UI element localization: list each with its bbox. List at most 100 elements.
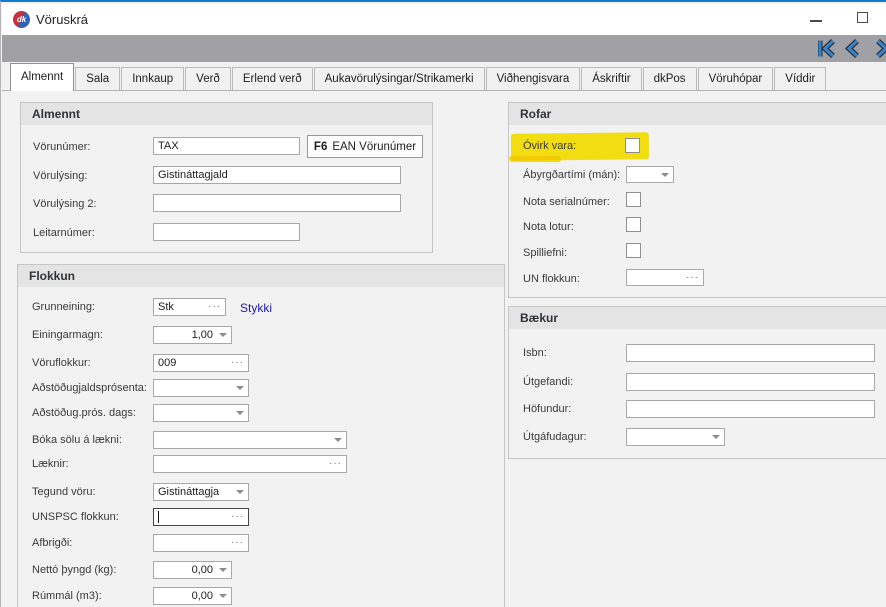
- group-flokkun-title: Flokkun: [18, 265, 504, 287]
- tab-innkaup[interactable]: Innkaup: [121, 67, 185, 90]
- leitarnumer-label: Leitarnúmer:: [33, 227, 95, 239]
- tab-almennt[interactable]: Almennt: [10, 63, 75, 91]
- rummal-value: 0,00: [191, 590, 213, 602]
- laeknir-input[interactable]: ···: [153, 455, 347, 473]
- unspsc-flokkun-input[interactable]: ···: [153, 508, 249, 526]
- isbn-label: Isbn:: [523, 347, 547, 359]
- vorulysing-input[interactable]: Gistináttagjald: [153, 166, 401, 184]
- nota-lotur-checkbox[interactable]: [626, 217, 641, 232]
- tab-strip: Almennt Sala Innkaup Verð Erlend verð Au…: [2, 62, 886, 91]
- leitarnumer-input[interactable]: [153, 223, 300, 241]
- isbn-input[interactable]: [626, 344, 875, 362]
- vorulysing2-input[interactable]: [153, 194, 401, 212]
- einingarmagn-value: 1,00: [191, 329, 213, 341]
- rummal-dropdown-icon[interactable]: [219, 594, 227, 598]
- tab-dkpos[interactable]: dkPos: [642, 67, 697, 90]
- grunneining-input[interactable]: Stk ···: [153, 298, 226, 316]
- laeknir-lookup-icon[interactable]: ···: [329, 459, 342, 469]
- tab-aukavorulysingar[interactable]: Aukavörulýsingar/Strikamerki: [313, 67, 485, 90]
- vorulysing2-label: Vörulýsing 2:: [33, 198, 97, 210]
- dk-logo-icon: dk: [13, 11, 30, 28]
- group-rofar-title: Rofar: [509, 103, 886, 125]
- maximize-button[interactable]: [857, 12, 868, 23]
- next-record-icon[interactable]: [873, 39, 886, 58]
- adstodugjaldsprosenta-label: Aðstöðugjaldsprósenta:: [32, 382, 147, 394]
- adstodugjaldsprosenta-dropdown-icon[interactable]: [236, 386, 244, 390]
- einingarmagn-dropdown-icon[interactable]: [219, 333, 227, 337]
- utgafudagur-input[interactable]: [626, 428, 725, 446]
- tab-vidhengisvara[interactable]: Viðhengisvara: [485, 67, 581, 90]
- boka-solu-a-laekni-dropdown-icon[interactable]: [334, 438, 342, 442]
- netto-thyngd-value: 0,00: [191, 564, 213, 576]
- vorunumer-input[interactable]: TAX: [153, 137, 300, 155]
- group-rofar: Rofar Óvirk vara: Ábyrgðartími (mán): No…: [508, 102, 886, 298]
- app-window: dk Vöruskrá Almennt Sala Innkaup Verð Er…: [0, 0, 886, 607]
- tegund-voru-dropdown-icon[interactable]: [236, 490, 244, 494]
- tab-verd[interactable]: Verð: [185, 67, 231, 90]
- tegund-voru-input[interactable]: Gistináttagja: [153, 483, 249, 501]
- nota-serialnumer-label: Nota serialnúmer:: [523, 196, 610, 208]
- grunneining-value: Stk: [158, 301, 174, 313]
- adstodugjaldsprosenta-input[interactable]: [153, 379, 249, 397]
- afbrigdi-label: Afbrigði:: [32, 537, 73, 549]
- boka-solu-a-laekni-label: Bóka sölu á lækni:: [32, 434, 122, 446]
- abyrgdartimi-input[interactable]: [626, 166, 674, 183]
- ean-vorunumer-button[interactable]: F6 EAN Vörunúmer: [307, 135, 423, 158]
- afbrigdi-input[interactable]: ···: [153, 534, 249, 552]
- minimize-button[interactable]: [810, 20, 822, 22]
- netto-thyngd-input[interactable]: 0,00: [153, 561, 232, 579]
- netto-thyngd-dropdown-icon[interactable]: [219, 568, 227, 572]
- nota-lotur-label: Nota lotur:: [523, 221, 574, 233]
- group-baekur: Bækur Isbn: Útgefandi: Höfundur: Útgáfud…: [508, 306, 886, 459]
- group-baekur-title: Bækur: [509, 307, 886, 329]
- nota-serialnumer-checkbox[interactable]: [626, 192, 641, 207]
- einingarmagn-input[interactable]: 1,00: [153, 326, 232, 344]
- hofundur-label: Höfundur:: [523, 403, 572, 415]
- form-area: Almennt Vörunúmer: TAX F6 EAN Vörunúmer …: [2, 91, 886, 607]
- group-flokkun: Flokkun Grunneining: Stk ··· Stykki Eini…: [17, 264, 505, 607]
- abyrgdartimi-label: Ábyrgðartími (mán):: [523, 169, 621, 181]
- tab-sala[interactable]: Sala: [75, 67, 121, 90]
- afbrigdi-lookup-icon[interactable]: ···: [231, 538, 244, 548]
- first-record-icon[interactable]: [818, 39, 836, 58]
- adstodug-pros-dags-label: Aðstöðug.prós. dags:: [32, 407, 136, 419]
- netto-thyngd-label: Nettó þyngd (kg):: [32, 564, 117, 576]
- ean-button-label: EAN Vörunúmer: [332, 140, 417, 153]
- toolbar: [2, 35, 886, 62]
- tab-voruhopar[interactable]: Vöruhópar: [697, 67, 774, 90]
- voruflokkur-value: 009: [158, 357, 177, 369]
- tab-erlend-verd[interactable]: Erlend verð: [231, 67, 313, 90]
- voruflokkur-input[interactable]: 009 ···: [153, 354, 249, 372]
- group-almennt-title: Almennt: [21, 103, 432, 125]
- hofundur-input[interactable]: [626, 400, 875, 418]
- grunneining-lookup-icon[interactable]: ···: [208, 302, 221, 312]
- rummal-input[interactable]: 0,00: [153, 587, 232, 605]
- title-bar: dk Vöruskrá: [2, 4, 886, 35]
- voruflokkur-lookup-icon[interactable]: ···: [231, 358, 244, 368]
- utgefandi-input[interactable]: [626, 373, 875, 391]
- utgafudagur-dropdown-icon[interactable]: [712, 435, 720, 439]
- un-flokkun-label: UN flokkun:: [523, 273, 580, 285]
- einingarmagn-label: Einingarmagn:: [32, 329, 103, 341]
- unspsc-flokkun-lookup-icon[interactable]: ···: [231, 512, 244, 522]
- adstodug-pros-dags-input[interactable]: [153, 404, 249, 422]
- tegund-voru-label: Tegund vöru:: [32, 486, 96, 498]
- previous-record-icon[interactable]: [844, 39, 862, 58]
- window-title: Vöruskrá: [36, 12, 89, 27]
- tab-askriftir[interactable]: Áskriftir: [581, 67, 642, 90]
- adstodug-pros-dags-dropdown-icon[interactable]: [236, 411, 244, 415]
- grunneining-suffix: Stykki: [240, 301, 273, 315]
- grunneining-label: Grunneining:: [32, 301, 95, 313]
- tab-viddir[interactable]: Víddir: [774, 67, 827, 90]
- text-cursor: [158, 511, 159, 523]
- spilliefni-checkbox[interactable]: [626, 243, 641, 258]
- vorunumer-value: TAX: [158, 140, 179, 152]
- unspsc-flokkun-label: UNSPSC flokkun:: [32, 511, 119, 523]
- ovirk-vara-highlight-tail: [508, 155, 562, 163]
- utgefandi-label: Útgefandi:: [523, 376, 574, 388]
- un-flokkun-input[interactable]: ···: [626, 269, 704, 286]
- ovirk-vara-checkbox[interactable]: [625, 138, 640, 153]
- un-flokkun-lookup-icon[interactable]: ···: [686, 272, 699, 282]
- boka-solu-a-laekni-input[interactable]: [153, 431, 347, 449]
- abyrgdartimi-dropdown-icon[interactable]: [661, 172, 669, 177]
